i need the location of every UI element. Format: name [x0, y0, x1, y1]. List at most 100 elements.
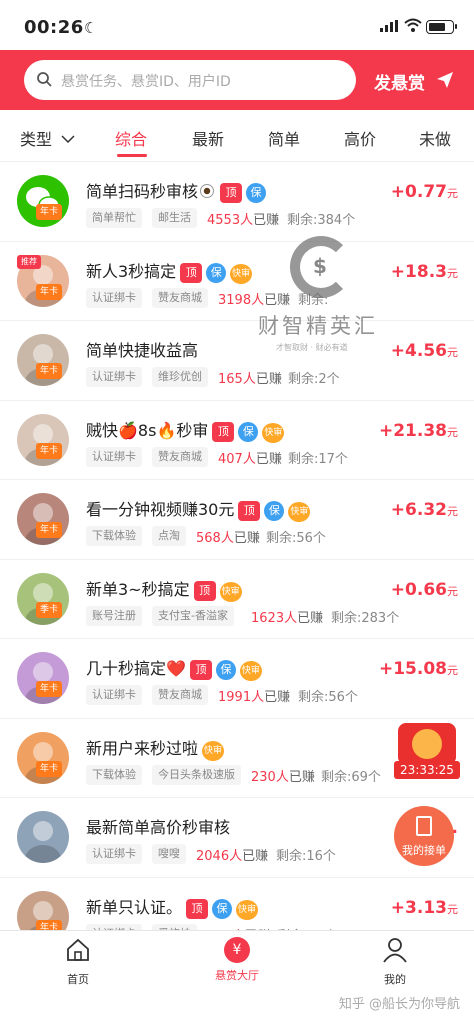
task-title: 几十秒搞定❤️	[86, 659, 186, 678]
tab-latest[interactable]: 最新	[192, 126, 224, 150]
membership-badge: 年卡	[36, 681, 63, 697]
task-platform-tag: 今日头条极速版	[152, 764, 241, 785]
wifi-icon	[404, 18, 422, 32]
top-badge: 顶	[180, 262, 203, 283]
reward-amount: +0.77	[390, 182, 447, 202]
fast-review-badge: 快审	[236, 899, 259, 920]
guarantee-badge: 保	[215, 660, 236, 680]
watermark-brand: 财智精英汇	[258, 314, 378, 338]
membership-badge: 年卡	[36, 204, 63, 220]
reward-amount: +6.32	[390, 500, 447, 520]
task-row[interactable]: 年卡 几十秒搞定❤️ 顶保快审 认证绑卡 赞友商城 1991人已赚 剩余:56个 +15.08…	[0, 639, 474, 719]
reward-amount: +3.13	[390, 897, 447, 918]
task-category-tag: 下载体验	[86, 764, 142, 785]
task-title: 新单3~秒搞定	[86, 579, 190, 599]
tab-hall-label: 悬赏大厅	[215, 969, 259, 982]
bottom-tab-bar: 首页 ¥ 悬赏大厅 我的 知乎 @船长为你导航	[0, 930, 474, 1025]
task-reward: +0.66元	[391, 580, 458, 600]
task-title: 新人3秒搞定	[86, 261, 177, 281]
earned-suffix: 已赚	[288, 769, 315, 785]
membership-badge: 年卡	[36, 760, 63, 777]
search-placeholder: 悬赏任务、悬赏ID、用户ID	[61, 74, 231, 90]
tab-comprehensive[interactable]: 综合	[115, 126, 147, 150]
reward-unit: 元	[447, 664, 458, 677]
task-remaining: 剩余:17个	[288, 451, 348, 467]
tab-mine-label: 我的	[384, 973, 406, 986]
reward-unit: 元	[447, 346, 458, 359]
tab-home[interactable]: 首页	[33, 937, 123, 987]
earned-number: 1623人	[251, 610, 298, 626]
reward-unit: 元	[447, 505, 458, 518]
fast-review-badge: 快审	[262, 422, 285, 443]
earned-number: 230人	[251, 769, 289, 785]
fast-review-badge: 快审	[202, 740, 225, 761]
top-badge: 顶	[193, 580, 216, 601]
task-platform-tag: 赞友商城	[152, 446, 208, 467]
fast-review-badge: 快审	[288, 502, 311, 522]
recommend-badge: 推荐	[17, 254, 41, 269]
task-category-tag: 账号注册	[86, 605, 142, 626]
task-row[interactable]: 季卡 新单3~秒搞定顶快审 账号注册 支付宝-香溢家 1623人已赚 剩余:283个 +0.…	[0, 560, 474, 639]
task-remaining: 剩余:16个	[276, 849, 336, 864]
task-reward: +6.32元	[391, 500, 458, 520]
earned-number: 407人	[218, 451, 256, 467]
task-title: 简单快捷收益高	[86, 341, 199, 360]
search-icon	[37, 72, 52, 87]
my-orders-label: 我的接单	[402, 844, 446, 857]
task-title-line: 新单3~秒搞定顶快审	[86, 576, 242, 602]
reward-unit: 元	[447, 584, 458, 598]
earned-suffix: 已赚	[253, 213, 280, 228]
guarantee-badge: 保	[212, 898, 233, 919]
task-row[interactable]: 年卡新单只认证。顶保快审认证绑卡爱旅拍106人已赚剩余:24个+3.13元	[0, 878, 474, 930]
reward-amount: +15.08	[378, 659, 447, 679]
send-icon	[437, 72, 453, 88]
earned-suffix: 已赚	[264, 690, 291, 705]
red-envelope-timer[interactable]: 23:33:25	[394, 723, 460, 779]
task-row[interactable]: 年卡 简单扫码秒审核 顶保简单帮忙 邮生活 4553人已赚 剩余:384个 +0.77元	[0, 162, 474, 242]
watermark-logo-icon: $	[290, 236, 352, 298]
membership-badge: 年卡	[36, 283, 63, 300]
watermark-slogan: 才智取财 · 财必有道	[276, 343, 348, 352]
my-orders-button[interactable]: 我的接单	[394, 806, 454, 866]
task-reward: +0.77元	[391, 182, 458, 202]
task-earned-count: 2046人已赚	[196, 845, 268, 864]
task-platform-tag: 邮生活	[152, 208, 197, 228]
task-platform-tag: 点淘	[152, 526, 186, 546]
task-category-tag: 下载体验	[86, 526, 142, 546]
guarantee-badge: 保	[238, 421, 259, 442]
tab-not-done[interactable]: 未做	[419, 126, 451, 150]
yuan-coin-icon: ¥	[224, 937, 250, 963]
user-photo-icon	[17, 811, 69, 863]
earned-number: 568人	[196, 531, 234, 546]
task-row[interactable]: 年卡 贼快🍎8s🔥秒审顶保快审 认证绑卡 赞友商城 407人已赚 剩余:17个 +21.38…	[0, 401, 474, 480]
task-title-line: 新单只认证。顶保快审	[86, 894, 259, 920]
task-reward: +18.3元	[391, 262, 458, 282]
task-remaining: 剩余:2个	[288, 372, 340, 387]
search-input[interactable]: 悬赏任务、悬赏ID、用户ID	[24, 60, 356, 100]
footer-credit: 知乎 @船长为你导航	[338, 997, 460, 1012]
task-title-line: 看一分钟视频赚30元顶保快审	[86, 496, 311, 522]
tab-reward-hall[interactable]: ¥ 悬赏大厅	[192, 937, 282, 983]
tab-mine[interactable]: 我的	[350, 937, 440, 987]
fast-review-badge: 快审	[230, 263, 253, 284]
guarantee-badge: 保	[246, 183, 267, 203]
task-row[interactable]: 年卡 简单快捷收益高 认证绑卡 维珍优创 165人已赚 剩余:2个 +4.56元	[0, 321, 474, 401]
task-earned-count: 1991人已赚	[218, 686, 290, 705]
task-remaining: 剩余:56个	[298, 690, 358, 705]
tab-simple[interactable]: 简单	[268, 126, 300, 150]
task-platform-tag: 赞友商城	[152, 685, 208, 705]
task-reward: +4.56元	[391, 341, 458, 361]
task-platform-tag: 维珍优创	[152, 367, 208, 387]
moon-icon: ☾	[84, 19, 98, 37]
red-envelope-icon	[398, 723, 456, 765]
fast-review-badge: 快审	[219, 581, 242, 602]
type-dropdown[interactable]: 类型	[20, 126, 75, 150]
tab-high-price[interactable]: 高价	[344, 126, 376, 150]
task-reward: +21.38元	[379, 421, 458, 441]
task-row[interactable]: 年卡 推荐 新人3秒搞定顶保快审 认证绑卡 赞友商城 3198人已赚 剩余: +18.3元	[0, 242, 474, 321]
membership-badge: 季卡	[36, 601, 63, 618]
task-row[interactable]: 年卡 看一分钟视频赚30元顶保快审 下载体验 点淘 568人已赚 剩余:56个 +6.32元	[0, 480, 474, 560]
task-earned-count: 568人已赚	[196, 527, 260, 546]
post-reward-button[interactable]: 发悬赏	[366, 60, 462, 100]
status-bar: 00:26 ☾	[0, 0, 474, 52]
